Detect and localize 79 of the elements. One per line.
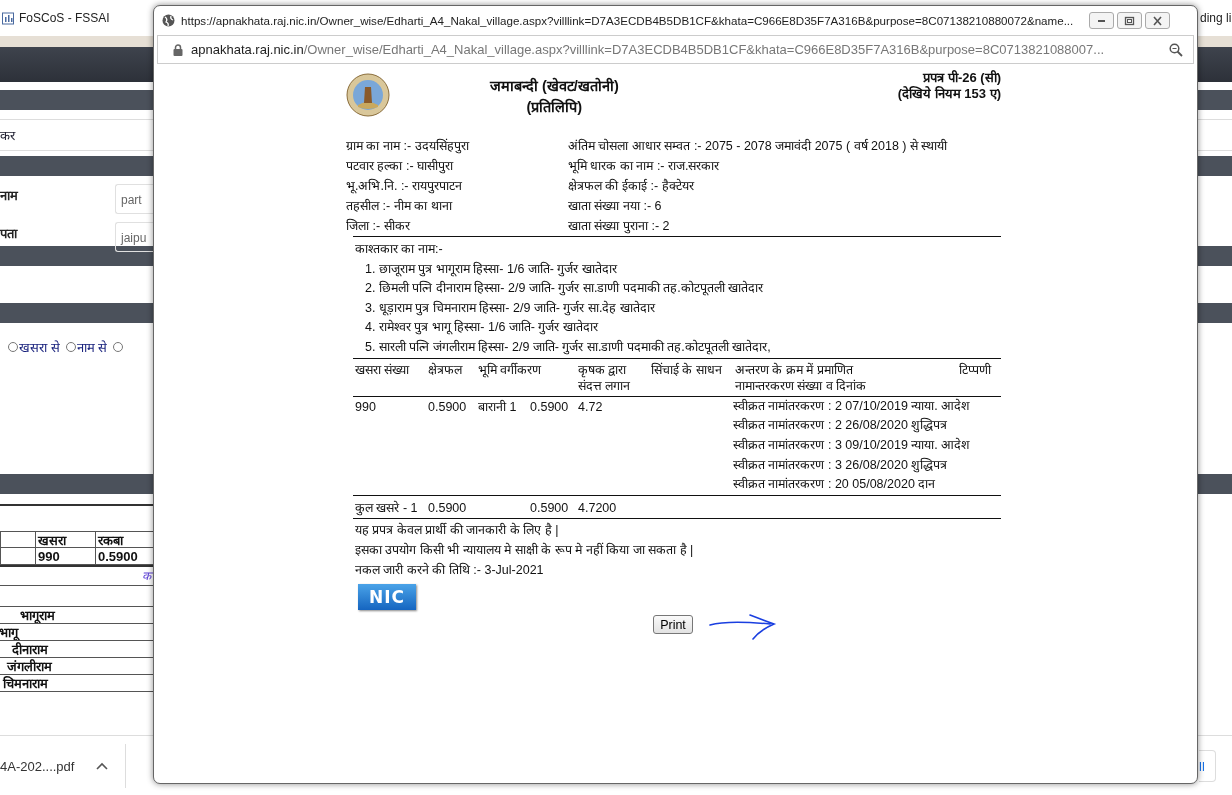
- table-cell-text: स्वीक्रत नामांतरकरण : 2 26/08/2020 शुद्धिपत्र: [733, 416, 949, 435]
- info-text: ग्राम का नाम :- उदयसिंहपुरा: [346, 137, 471, 156]
- info-text: जिला :- सीकर: [346, 217, 412, 235]
- form-number: प्रपत्र पी-26 (सी): [921, 70, 1001, 86]
- table-cell-text: 0.5900: [427, 500, 468, 518]
- table-cell-text: बारानी 1: [477, 398, 518, 416]
- close-icon: [1152, 15, 1163, 26]
- emblem-icon: [346, 73, 390, 117]
- lock-icon: [173, 43, 183, 56]
- nic-logo: NIC: [358, 584, 416, 611]
- print-button[interactable]: Print: [653, 615, 693, 635]
- table-cell-text: 0.5900: [529, 500, 570, 518]
- table-cell: [0, 531, 35, 548]
- document-title: जमाबन्दी (खेवट/खतोनी): [490, 76, 619, 96]
- info-text: अंतिम चोसला आधार सम्वत :- 2075 - 2078 जमावंदी 2075 ( वर्ष 2018 ) से स्थायी: [568, 137, 949, 155]
- chevron-up-icon: [96, 762, 109, 770]
- field-label: नाम: [0, 187, 18, 205]
- table-cell-text: 0.5900: [427, 398, 468, 416]
- maximize-icon: [1124, 15, 1135, 26]
- table-cell-text: 4.72: [577, 398, 604, 416]
- window-title: https://apnakhata.raj.nic.in/Owner_wise/Edharti_A4_Nakal_village.aspx?villlink=D7A3ECDB4B5DB1CF&khata=C966E8D35F7A316B&purpose=8C07138210880072&name...: [181, 14, 1074, 27]
- close-button[interactable]: [1145, 12, 1170, 29]
- table-cell-text: 0.5900: [529, 398, 570, 416]
- column-header: सिंचाई के साधन: [649, 358, 733, 397]
- table-cell: भागू: [0, 624, 18, 640]
- table-cell-text: स्वीक्रत नामांतरकरण : 3 26/08/2020 शुद्धिपत्र: [733, 456, 949, 475]
- info-text: भू.अभि.नि. :- रायपुरपाटन: [346, 177, 463, 196]
- tab-title[interactable]: ding li: [1200, 11, 1232, 25]
- table-cell: 990: [35, 548, 95, 565]
- table-cell-text: स्वीक्रत नामांतरकरण : 2 07/10/2019 न्याया. आदेश: [733, 397, 972, 415]
- info-text: भूमि धारक का नाम :- राज.सरकार: [568, 157, 721, 176]
- minimize-button[interactable]: [1089, 12, 1114, 29]
- list-item: 4. रामेश्वर पुत्र भागू हिस्सा- 1/6 जाति- गुर्जर खातेदार: [364, 318, 600, 337]
- list-item: 3. धूड़ाराम पुत्र चिमनाराम हिस्सा- 2/9 जाति- गुर्जर सा.देह खातेदार: [364, 299, 657, 318]
- page-icon: [2, 11, 14, 25]
- column-header: टिप्पणी: [948, 358, 1001, 397]
- list-item: 5. सारली पत्नि जंगलीराम हिस्सा- 2/9 जाति- गुर्जर सा.डाणी पदमाकी तह.कोटपूतली खातेदार,: [364, 338, 772, 357]
- link[interactable]: क: [142, 569, 151, 583]
- table-cell: भागूराम: [20, 607, 55, 623]
- section-heading: काश्तकार का नाम:-: [355, 241, 444, 258]
- note-text: यह प्रपत्र केवल प्रार्थी की जानकारी के लिए है |: [355, 521, 560, 540]
- table-cell: चिमनाराम: [3, 675, 48, 691]
- radio-label: खसरा से: [19, 339, 60, 356]
- file-name[interactable]: 4A-202....pdf: [0, 758, 75, 774]
- info-text: खाता संख्या नया :- 6: [568, 198, 663, 215]
- radio-label: नाम से: [76, 339, 108, 356]
- table-cell: जंगलीराम: [7, 658, 52, 674]
- arrow-drawing: [708, 612, 778, 643]
- table-cell-text: 4.7200: [577, 500, 618, 518]
- minimize-icon: [1098, 19, 1105, 22]
- table-cell-text: कुल खसरे - 1: [354, 499, 419, 518]
- zoom-icon: [1169, 42, 1183, 57]
- info-text: तहसील :- नीम का थाना: [346, 198, 454, 215]
- table-cell-text: 990: [354, 398, 377, 416]
- note-text: इसका उपयोग किसी भी न्यायालय मे साक्षी के रूप मे नहीं किया जा सकता है |: [355, 541, 695, 560]
- column-header: भूमि वर्गीकरण: [476, 358, 576, 397]
- column-header: क्षेत्रफल: [426, 358, 476, 397]
- column-header: खसरा: [35, 531, 95, 548]
- tab-title[interactable]: FoSCoS - FSSAI: [19, 11, 110, 25]
- label-text: कर: [0, 127, 15, 144]
- field-label: पता: [0, 225, 17, 243]
- column-header: कृषक द्वारा संदत्त लगान: [576, 358, 649, 397]
- info-text: खाता संख्या पुराना :- 2: [568, 218, 671, 236]
- list-item: 1. छाजूराम पुत्र भागूराम हिस्सा- 1/6 जाति- गुर्जर खातेदार: [364, 260, 619, 279]
- column-header: अन्तरण के क्रम में प्रमाणित नामान्तरकरण संख्या व दिनांक: [733, 358, 948, 397]
- form-number: (देखिये नियम 153 ए): [897, 86, 1001, 102]
- maximize-button[interactable]: [1117, 12, 1142, 29]
- info-text: क्षेत्रफल की ईकाई :- हैक्टेयर: [568, 177, 696, 195]
- table-cell: दीनाराम: [12, 641, 48, 657]
- column-header: खसरा संख्या: [353, 358, 426, 397]
- note-text: नकल जारी करने की तिथि :- 3-Jul-2021: [355, 561, 545, 580]
- table-cell: [0, 548, 35, 565]
- list-item: 2. छिमली पत्नि दीनाराम हिस्सा- 2/9 जाति- गुर्जर सा.डाणी पदमाकी तह.कोटपूतली खातेदार: [364, 279, 765, 298]
- table-cell-text: स्वीक्रत नामांतरकरण : 20 05/08/2020 दान: [733, 476, 937, 494]
- show-all-button[interactable]: ll: [1199, 750, 1216, 782]
- info-text: पटवार हल्का :- घासीपुरा: [346, 158, 455, 176]
- table-cell-text: स्वीक्रत नामांतरकरण : 3 09/10/2019 न्याया. आदेश: [733, 436, 972, 454]
- globe-icon: [162, 14, 175, 27]
- document-title: (प्रतिलिपि): [525, 97, 584, 117]
